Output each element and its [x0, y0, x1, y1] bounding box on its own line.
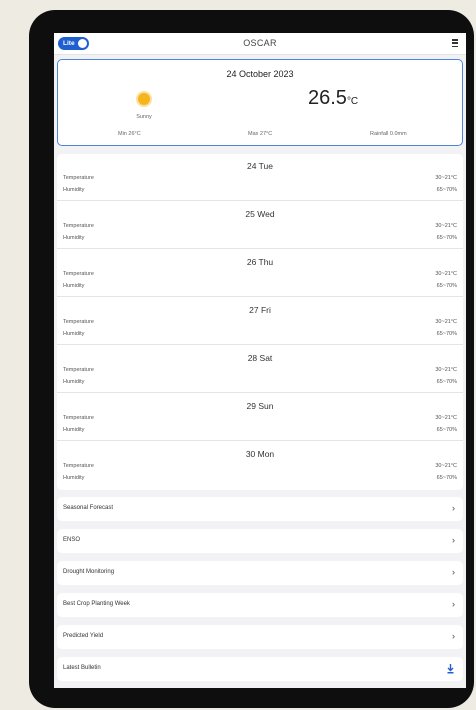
humidity-range: 65~70% [436, 187, 457, 193]
chevron-right-icon: › [452, 599, 455, 609]
humidity-label: Humidity [63, 331, 85, 337]
chevron-right-icon: › [452, 567, 455, 577]
nav-seasonal-forecast[interactable]: Seasonal Forecast › [57, 497, 463, 521]
rainfall: Rainfall 0.0mm [370, 131, 407, 137]
temperature-label: Temperature [63, 367, 94, 373]
forecast-day-title: 30 Mon [245, 449, 275, 459]
max-temperature: Max 27°C [248, 131, 273, 137]
current-temperature: 26.5°C [308, 87, 358, 110]
forecast-day-title: 25 Wed [245, 209, 275, 219]
humidity-label: Humidity [63, 379, 85, 385]
forecast-day-title: 28 Sat [247, 353, 273, 363]
humidity-label: Humidity [63, 283, 85, 289]
humidity-label: Humidity [63, 187, 85, 193]
temperature-label: Temperature [63, 415, 94, 421]
forecast-day: 24 Tue Temperature 30~21°C Humidity 65~70% [57, 154, 463, 201]
forecast-day: 26 Thu Temperature 30~21°C Humidity 65~70% [57, 250, 463, 297]
humidity-range: 65~70% [436, 235, 457, 241]
nav-label: ENSO [63, 537, 81, 543]
temperature-label: Temperature [63, 271, 94, 277]
download-icon[interactable] [447, 664, 454, 674]
today-weather-card: 24 October 2023 Sunny 26.5°C Min 26°C Ma… [57, 59, 463, 146]
temperature-label: Temperature [63, 463, 94, 469]
nav-enso[interactable]: ENSO › [57, 529, 463, 553]
forecast-day: 27 Fri Temperature 30~21°C Humidity 65~70% [57, 298, 463, 345]
today-date: 24 October 2023 [226, 69, 294, 79]
temperature-range: 30~21°C [435, 319, 457, 325]
temperature-label: Temperature [63, 223, 94, 229]
forecast-day: 29 Sun Temperature 30~21°C Humidity 65~70% [57, 394, 463, 441]
nav-label: Best Crop Planting Week [63, 601, 130, 607]
nav-label: Seasonal Forecast [63, 505, 114, 511]
humidity-range: 65~70% [436, 379, 457, 385]
temperature-range: 30~21°C [435, 415, 457, 421]
forecast-day-title: 26 Thu [246, 257, 274, 267]
temperature-range: 30~21°C [435, 463, 457, 469]
forecast-day-title: 24 Tue [247, 161, 273, 171]
sun-icon [138, 93, 150, 105]
forecast-day-title: 29 Sun [246, 401, 274, 411]
humidity-range: 65~70% [436, 475, 457, 481]
nav-drought-monitoring[interactable]: Drought Monitoring › [57, 561, 463, 585]
temperature-value: 26.5 [308, 87, 347, 109]
forecast-day: 28 Sat Temperature 30~21°C Humidity 65~70% [57, 346, 463, 393]
humidity-label: Humidity [63, 475, 85, 481]
hamburger-icon[interactable] [452, 39, 458, 47]
humidity-range: 65~70% [436, 427, 457, 433]
forecast-day-title: 27 Fri [249, 305, 271, 315]
nav-latest-bulletin[interactable]: Latest Bulletin [57, 657, 463, 681]
temperature-label: Temperature [63, 175, 94, 181]
forecast-day: 30 Mon Temperature 30~21°C Humidity 65~70% [57, 442, 463, 489]
weather-condition: Sunny [136, 114, 152, 120]
humidity-range: 65~70% [436, 283, 457, 289]
temperature-range: 30~21°C [435, 367, 457, 373]
temperature-label: Temperature [63, 319, 94, 325]
chevron-right-icon: › [452, 503, 455, 513]
chevron-right-icon: › [452, 535, 455, 545]
temperature-range: 30~21°C [435, 271, 457, 277]
forecast-day: 25 Wed Temperature 30~21°C Humidity 65~70% [57, 202, 463, 249]
temperature-unit: °C [346, 96, 359, 107]
temperature-range: 30~21°C [435, 175, 457, 181]
nav-label: Predicted Yield [63, 633, 104, 639]
top-bar: Lite OSCAR [54, 33, 466, 55]
nav-label: Drought Monitoring [63, 569, 115, 575]
temperature-range: 30~21°C [435, 223, 457, 229]
nav-label: Latest Bulletin [63, 665, 101, 671]
nav-best-crop-planting-week[interactable]: Best Crop Planting Week › [57, 593, 463, 617]
app-title: OSCAR [243, 38, 277, 48]
humidity-range: 65~70% [436, 331, 457, 337]
humidity-label: Humidity [63, 235, 85, 241]
min-temperature: Min 26°C [118, 131, 141, 137]
app-screen: Lite OSCAR 24 October 2023 Sunny 26.5°C … [54, 33, 466, 688]
daily-forecast-list: 24 Tue Temperature 30~21°C Humidity 65~70%… [57, 154, 463, 490]
humidity-label: Humidity [63, 427, 85, 433]
nav-predicted-yield[interactable]: Predicted Yield › [57, 625, 463, 649]
chevron-right-icon: › [452, 631, 455, 641]
